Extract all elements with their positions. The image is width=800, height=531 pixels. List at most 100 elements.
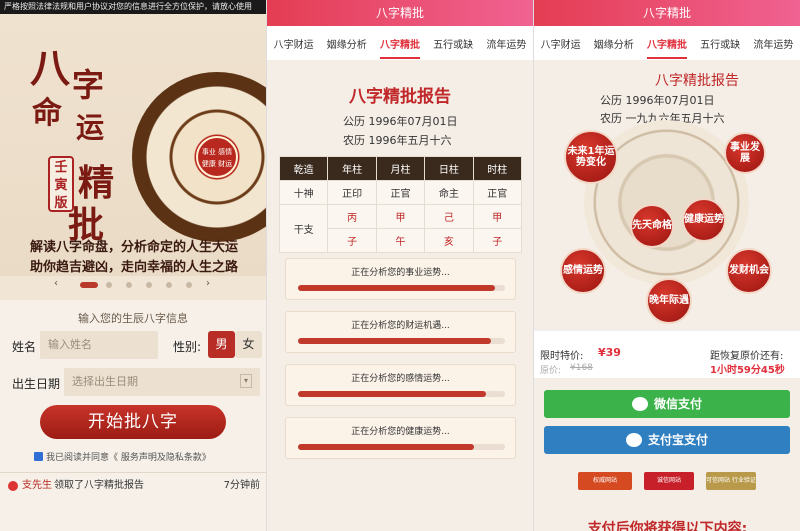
tab-wuxing[interactable]: 五行或缺 [433,36,473,51]
start-analysis-button[interactable]: 开始批八字 [40,405,226,439]
table-cell: 命主 [424,180,474,205]
progress-fill [298,444,474,450]
progress-track [298,444,505,450]
tab-bazi[interactable]: 八字精批 [379,36,420,59]
tab-yearly[interactable]: 流年运势 [753,36,793,51]
terms-link[interactable]: 《 服务声明及隐私条款》 [109,453,211,463]
recent-activity: 支先生 领取了八字精批报告 7分钟前 [0,472,266,498]
gender-female-button[interactable]: 女 [235,331,262,358]
hero-line-1: 解读八字命盘，分析命定的人生大运 [30,240,239,255]
table-cell: 正官 [472,180,523,205]
fortune-circle[interactable]: 晚年际遇 [646,278,692,324]
trust-badge: 诚信网站 [644,472,694,490]
table-header: 年柱 [327,156,377,181]
alipay-label: 支付宝支付 [647,433,708,447]
bazi-table: 乾造 年柱 月柱 日柱 时柱 十神 正印 正官 命主 正官 干支 丙 甲 己 甲 [278,156,523,253]
solar-date: 公历 1996年07月01日 [343,115,458,128]
trust-badge: 可信网站 行业验证 [706,472,756,490]
fortune-circle[interactable]: 未来1年运势变化 [564,130,618,184]
table-cell: 己 [424,204,474,229]
lunar-date: 农历 1996年五月十六 [343,134,452,147]
table-header: 时柱 [472,156,523,181]
tab-marriage[interactable]: 姻缘分析 [594,36,634,51]
tab-wealth[interactable]: 八字财运 [541,36,581,51]
table-cell: 丙 [327,204,377,229]
carousel-indicator: ‹ › [0,278,266,290]
progress-text: 正在分析您的事业运势... [351,268,450,278]
chevron-right-icon[interactable]: › [206,278,210,289]
tab-yearly[interactable]: 流年运势 [486,36,526,51]
title-char: 命 [32,96,62,131]
alipay-button[interactable]: 支付宝支付 [544,426,790,454]
price-bar: 限时特价: ¥39 原价: ¥168 距恢复原价还有: 1小时59分45秒 [534,330,800,378]
countdown-label: 距恢复原价还有: [710,351,784,362]
countdown-timer: 1小时59分45秒 [710,365,785,376]
table-cell: 十神 [278,180,329,205]
table-header: 月柱 [375,156,426,181]
chevron-left-icon[interactable]: ‹ [54,278,58,289]
agree-checkbox[interactable] [34,452,43,461]
tab-wealth[interactable]: 八字财运 [274,36,314,51]
birth-date-select[interactable]: 选择出生日期 [64,368,260,396]
progress-card: 正在分析您的财运机遇... [285,311,516,353]
progress-card: 正在分析您的事业运势... [285,258,516,300]
agree-text: 我已阅读并同意 [46,453,110,463]
tab-bazi[interactable]: 八字精批 [646,36,687,59]
birth-info-form: 输入您的生辰八字信息 姓名 输入姓名 性别: 男 女 出生日期 选择出生日期 ▾… [0,300,266,531]
progress-card: 正在分析您的健康运势... [285,417,516,459]
chevron-down-icon[interactable]: ▾ [240,374,252,388]
progress-fill [298,391,487,397]
table-cell: 子 [472,228,523,253]
hero-line-2: 助你趋吉避凶，走向幸福的人生之路 [30,260,239,275]
orig-label: 原价: [540,366,562,376]
carousel-dot[interactable] [80,282,98,288]
hero-banner[interactable]: 八 字 命 运 精 批 壬寅版 事业 感情 健康 财运 解读八字命盘，分析命定的… [0,14,266,276]
progress-fill [298,285,495,291]
table-cell: 午 [375,228,426,253]
feed-time: 7分钟前 [223,480,260,491]
table-cell: 亥 [424,228,474,253]
wechat-pay-button[interactable]: 微信支付 [544,390,790,418]
report-loading-screen: 八字精批 八字财运 姻缘分析 八字精批 五行或缺 流年运势 八字精批报告 公历 … [266,0,533,531]
progress-text: 正在分析您的感情运势... [351,374,450,384]
tab-bar: 八字财运 姻缘分析 八字精批 五行或缺 流年运势 [267,26,533,60]
form-title: 输入您的生辰八字信息 [78,312,188,325]
fortune-circle[interactable]: 感情运势 [560,248,606,294]
table-header: 日柱 [424,156,474,181]
privacy-notice: 严格按照法律法规和用户协议对您的信息进行全方位保护，请放心使用 [0,0,266,14]
title-char: 八 [30,45,70,92]
fortune-circle[interactable]: 事业发展 [724,132,766,174]
name-label: 姓名 [12,340,37,354]
tab-bar: 八字财运 姻缘分析 八字精批 五行或缺 流年运势 [534,26,800,60]
gender-label: 性别: [173,340,202,354]
feed-user: 支先生 [22,480,52,491]
carousel-dot[interactable] [106,282,112,288]
solar-date: 公历 1996年07月01日 [600,94,715,107]
gender-male-button[interactable]: 男 [208,331,235,358]
carousel-dot[interactable] [166,282,172,288]
form-screen: 严格按照法律法规和用户协议对您的信息进行全方位保护，请放心使用 八 字 命 运 … [0,0,266,531]
carousel-dot[interactable] [186,282,192,288]
fortune-circle[interactable]: 健康运势 [682,198,726,242]
tab-wuxing[interactable]: 五行或缺 [700,36,740,51]
tab-marriage[interactable]: 姻缘分析 [327,36,367,51]
title-char: 运 [76,111,105,144]
carousel-dot[interactable] [126,282,132,288]
carousel-dot[interactable] [146,282,152,288]
sale-price: ¥39 [598,346,621,359]
wechat-icon [631,397,648,411]
benefits-heading: 支付后你将获得以下内容: [587,521,748,531]
payment-screen: 八字精批 八字财运 姻缘分析 八字精批 五行或缺 流年运势 八字精批报告 公历 … [533,0,800,531]
name-input[interactable]: 输入姓名 [40,331,158,359]
agreement: 我已阅读并同意《 服务声明及隐私条款》 [34,450,211,463]
table-cell: 干支 [278,204,329,253]
fortune-circle[interactable]: 先天命格 [630,204,674,248]
page-title: 八字精批 [534,0,800,26]
fortune-circle[interactable]: 发财机会 [726,248,772,294]
page-title: 八字精批 [267,0,533,26]
progress-card: 正在分析您的感情运势... [285,364,516,406]
table-cell: 甲 [472,204,523,229]
edition-seal: 壬寅版 [48,156,74,212]
table-cell: 子 [327,228,377,253]
orig-price: ¥168 [570,363,593,373]
